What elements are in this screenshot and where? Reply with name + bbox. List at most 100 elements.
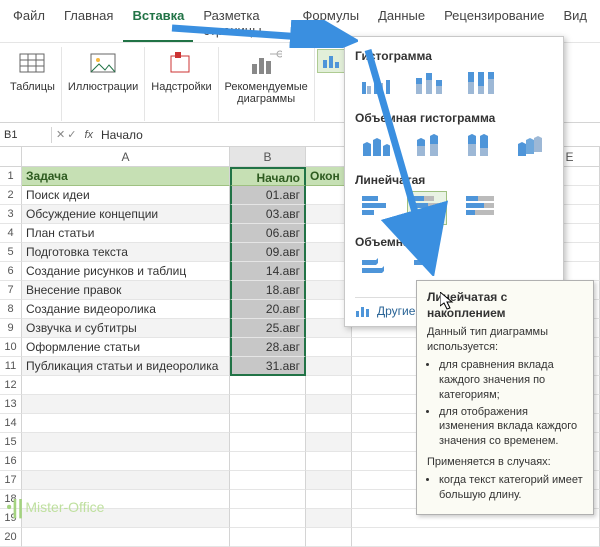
cell-end[interactable] <box>306 452 352 471</box>
chart-icon <box>355 304 371 318</box>
cell-start[interactable]: 03.авг <box>230 205 306 224</box>
cell-empty <box>352 528 540 547</box>
formula-buttons: ✕ ✓ <box>52 128 80 141</box>
tooltip-bullet-2: для отображения изменения вклада каждого… <box>439 405 583 450</box>
row-header[interactable]: 3 <box>0 205 22 224</box>
cell-task[interactable] <box>22 452 230 471</box>
ribbon-recommended-charts[interactable]: Рекомендуемые диаграммы <box>219 47 315 121</box>
row-header[interactable]: 15 <box>0 433 22 452</box>
ribbon-illustrations-label: Иллюстрации <box>68 81 138 93</box>
row-header[interactable]: 5 <box>0 243 22 262</box>
row-header[interactable]: 10 <box>0 338 22 357</box>
row-header[interactable]: 2 <box>0 186 22 205</box>
cell-task[interactable] <box>22 414 230 433</box>
cell-task[interactable]: Подготовка текста <box>22 243 230 262</box>
col-header-a[interactable]: A <box>22 147 230 166</box>
cell-start[interactable] <box>230 433 306 452</box>
cell-task[interactable]: Публикация статьи и видеоролика <box>22 357 230 376</box>
chart-3d-100-stacked-column[interactable] <box>459 129 499 163</box>
row-header[interactable]: 16 <box>0 452 22 471</box>
row-header[interactable]: 14 <box>0 414 22 433</box>
ribbon-tables-label: Таблицы <box>10 81 55 93</box>
cell-start[interactable]: 18.авг <box>230 281 306 300</box>
cell-start[interactable]: 06.авг <box>230 224 306 243</box>
arrow-insert-to-chart <box>168 20 358 48</box>
cell-e[interactable] <box>540 528 600 547</box>
cell-end[interactable] <box>306 376 352 395</box>
cell-task[interactable]: Создание видеоролика <box>22 300 230 319</box>
cell-end[interactable] <box>306 395 352 414</box>
cell-start[interactable]: 01.авг <box>230 186 306 205</box>
cell-task[interactable]: Обсуждение концепции <box>22 205 230 224</box>
cell-end[interactable] <box>306 338 352 357</box>
cell-task[interactable] <box>22 528 230 547</box>
cell-start[interactable]: Начало <box>230 167 306 186</box>
cell-start[interactable] <box>230 376 306 395</box>
picture-icon <box>87 49 119 77</box>
select-all-triangle[interactable] <box>0 147 22 166</box>
row-header[interactable]: 13 <box>0 395 22 414</box>
cell-start[interactable] <box>230 528 306 547</box>
row-header[interactable]: 20 <box>0 528 22 547</box>
cell-end[interactable] <box>306 357 352 376</box>
cell-end[interactable] <box>306 490 352 509</box>
cell-end[interactable] <box>306 471 352 490</box>
cell-start[interactable] <box>230 452 306 471</box>
cell-start[interactable]: 09.авг <box>230 243 306 262</box>
cancel-icon[interactable]: ✕ <box>56 128 65 141</box>
cell-task[interactable] <box>22 471 230 490</box>
cell-end[interactable] <box>306 528 352 547</box>
row-header[interactable]: 11 <box>0 357 22 376</box>
cell-start[interactable] <box>230 509 306 528</box>
menu-file[interactable]: Файл <box>4 4 54 42</box>
cell-task[interactable] <box>22 376 230 395</box>
cell-end[interactable] <box>306 433 352 452</box>
cell-task[interactable] <box>22 395 230 414</box>
row-header[interactable]: 9 <box>0 319 22 338</box>
ribbon-addins-label: Надстройки <box>151 81 211 93</box>
chart-column-button[interactable] <box>317 49 345 73</box>
formula-input[interactable]: Начало <box>97 128 147 142</box>
cell-task[interactable]: Внесение правок <box>22 281 230 300</box>
chart-3d-column[interactable] <box>511 129 551 163</box>
row-header[interactable]: 4 <box>0 224 22 243</box>
cell-task[interactable]: Задача <box>22 167 230 186</box>
mouse-cursor-icon <box>440 292 456 312</box>
enter-icon[interactable]: ✓ <box>67 128 76 141</box>
ribbon-tables[interactable]: Таблицы <box>4 47 62 121</box>
cell-start[interactable]: 28.авг <box>230 338 306 357</box>
row-header[interactable]: 6 <box>0 262 22 281</box>
row-header[interactable]: 17 <box>0 471 22 490</box>
cell-end[interactable] <box>306 509 352 528</box>
menu-home[interactable]: Главная <box>55 4 122 42</box>
cell-start[interactable]: 31.авг <box>230 357 306 376</box>
cell-start[interactable] <box>230 414 306 433</box>
cell-start[interactable]: 14.авг <box>230 262 306 281</box>
row-header[interactable]: 12 <box>0 376 22 395</box>
chart-100-stacked-bar[interactable] <box>459 191 499 225</box>
cell-start[interactable]: 25.авг <box>230 319 306 338</box>
cell-start[interactable] <box>230 471 306 490</box>
cell-task[interactable]: Оформление статьи <box>22 338 230 357</box>
table-row[interactable]: 20 <box>0 528 600 547</box>
cell-task[interactable]: План статьи <box>22 224 230 243</box>
row-header[interactable]: 1 <box>0 167 22 186</box>
col-header-b[interactable]: B <box>230 147 306 166</box>
cell-task[interactable]: Создание рисунков и таблиц <box>22 262 230 281</box>
row-header[interactable]: 7 <box>0 281 22 300</box>
name-box[interactable]: B1 <box>0 127 52 143</box>
cell-start[interactable]: 20.авг <box>230 300 306 319</box>
cell-end[interactable] <box>306 414 352 433</box>
ribbon-illustrations[interactable]: Иллюстрации <box>62 47 145 121</box>
chart-100-stacked-column[interactable] <box>459 67 499 101</box>
cell-task[interactable] <box>22 433 230 452</box>
cell-start[interactable] <box>230 395 306 414</box>
ribbon-recommended-label: Рекомендуемые диаграммы <box>225 81 308 105</box>
row-header[interactable]: 8 <box>0 300 22 319</box>
ribbon-addins[interactable]: Надстройки <box>145 47 218 121</box>
cell-start[interactable] <box>230 490 306 509</box>
recommended-chart-icon <box>250 49 282 77</box>
fx-label[interactable]: fx <box>80 129 97 141</box>
cell-task[interactable]: Озвучка и субтитры <box>22 319 230 338</box>
cell-task[interactable]: Поиск идеи <box>22 186 230 205</box>
